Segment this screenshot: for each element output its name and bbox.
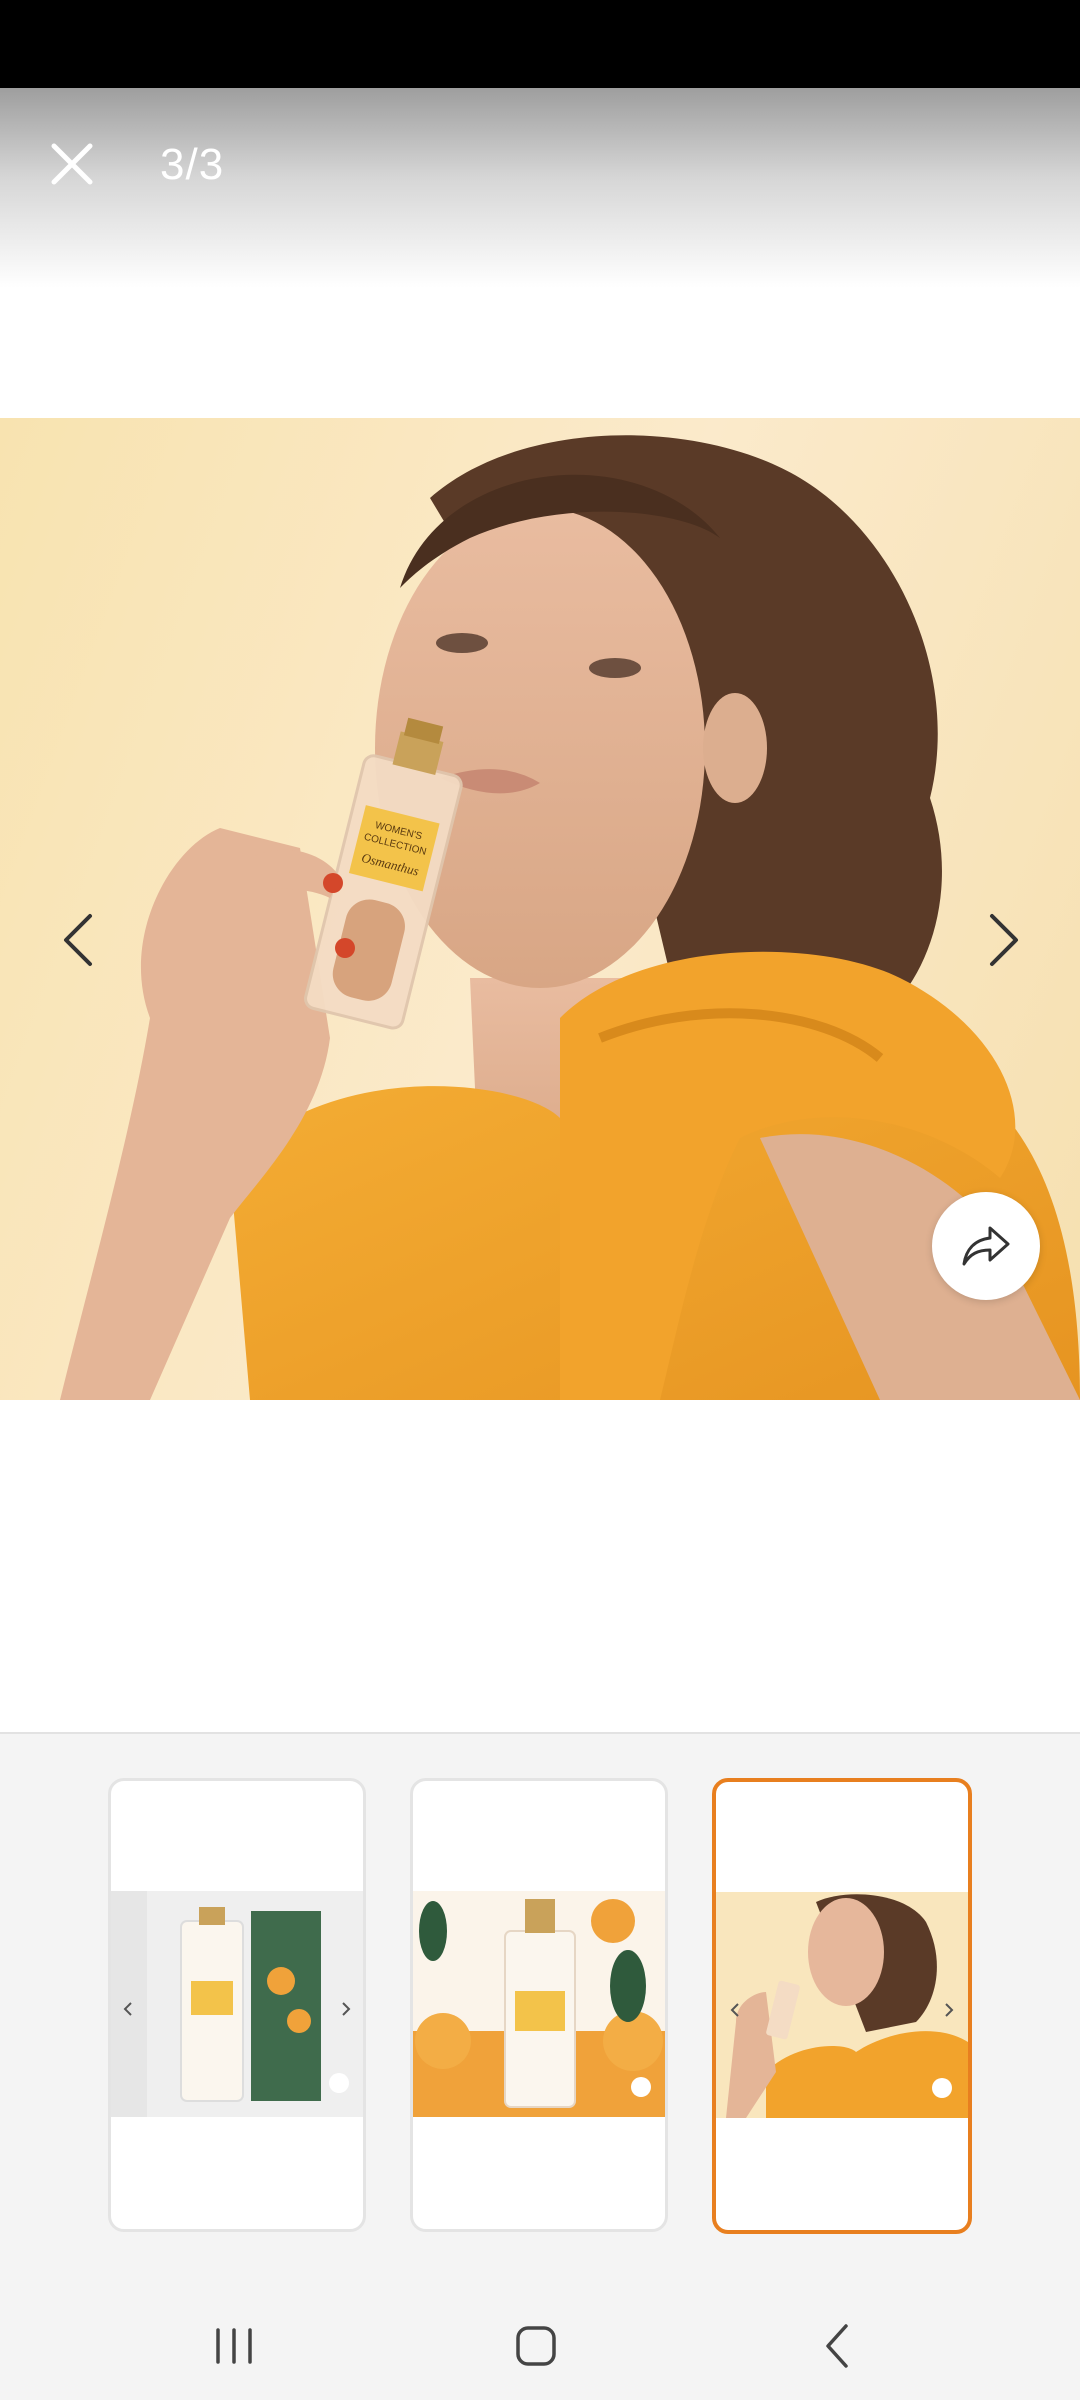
thumbnail-1-image (111, 1891, 363, 2117)
chevron-left-icon (64, 914, 92, 966)
share-icon (962, 1226, 1010, 1266)
chevron-right-icon (990, 914, 1018, 966)
recents-icon (216, 2328, 252, 2364)
status-bar (0, 0, 1080, 88)
recents-button[interactable] (194, 2312, 274, 2380)
thumbnail-2[interactable] (410, 1778, 668, 2232)
product-photo: WOMEN'S COLLECTION Osmanthus (60, 435, 1080, 1400)
home-icon (516, 2326, 556, 2366)
close-button[interactable] (40, 132, 104, 196)
main-product-image[interactable]: WOMEN'S COLLECTION Osmanthus (0, 418, 1080, 1400)
home-button[interactable] (496, 2312, 576, 2380)
thumbnail-1[interactable] (108, 1778, 366, 2232)
image-counter: 3/3 (160, 140, 225, 189)
back-icon (826, 2324, 848, 2368)
prev-image-button[interactable] (40, 900, 120, 980)
close-icon (51, 143, 93, 185)
next-image-button[interactable] (962, 900, 1042, 980)
back-button[interactable] (798, 2312, 878, 2380)
share-button[interactable] (932, 1192, 1040, 1300)
thumbnail-3[interactable] (712, 1778, 972, 2234)
thumbnail-3-image (716, 1892, 968, 2118)
thumbnail-2-image (413, 1891, 665, 2117)
